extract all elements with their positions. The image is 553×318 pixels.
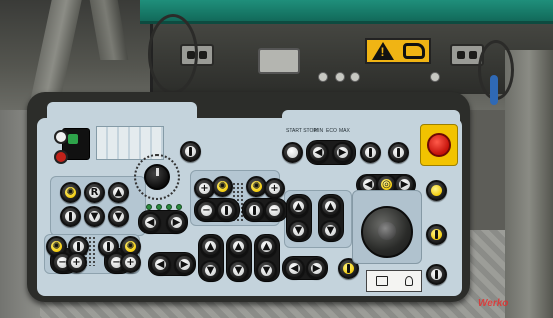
screed-right-down-button[interactable]: ▼ <box>256 260 277 281</box>
extend-right-button[interactable]: ▶ <box>306 258 327 279</box>
beacon-button[interactable] <box>388 142 409 163</box>
start-stop-button[interactable] <box>282 142 303 163</box>
increase-right-button[interactable]: + <box>120 252 141 273</box>
auger-left-button[interactable]: ✺ <box>60 182 81 203</box>
machine-teal-body <box>140 0 553 24</box>
blue-cable <box>490 75 498 105</box>
eco-label: ECO <box>326 128 337 134</box>
hopper-left-up-button[interactable]: ▲ <box>288 196 309 217</box>
bolt <box>318 72 328 82</box>
joystick-cap <box>378 222 396 240</box>
increase-left-button[interactable]: + <box>66 252 87 273</box>
screed-center-up-button[interactable]: ▲ <box>228 236 249 257</box>
mid-left-arrow-button[interactable]: ◀ <box>140 212 161 233</box>
reset-button[interactable]: R <box>84 182 105 203</box>
bolt <box>350 72 360 82</box>
panel-notch <box>197 98 283 120</box>
connector-plug <box>258 48 300 74</box>
speed-control-knob[interactable] <box>144 164 170 190</box>
center-toggle-left[interactable] <box>216 200 237 221</box>
start-stop-label: START STOP <box>286 128 317 134</box>
screed-left-up-button[interactable]: ▲ <box>200 236 221 257</box>
right-function-button-1[interactable] <box>426 180 447 201</box>
crush-hazard-warning-label <box>365 38 431 64</box>
center-minus-left-button[interactable]: − <box>196 200 217 221</box>
left-down-button-1[interactable]: ▼ <box>84 206 105 227</box>
left-up-button[interactable]: ▲ <box>108 182 129 203</box>
bolt <box>430 72 440 82</box>
bottom-left-arrow-button[interactable]: ◀ <box>150 254 171 275</box>
emergency-stop-button[interactable] <box>427 133 451 157</box>
center-minus-right-button[interactable]: − <box>264 200 285 221</box>
horn-button[interactable] <box>54 130 68 144</box>
engine-speed-down-button[interactable]: ◀ <box>308 142 329 163</box>
cable-loop <box>148 14 198 94</box>
top-toggle-button[interactable] <box>180 141 201 162</box>
screed-center-down-button[interactable]: ▼ <box>228 260 249 281</box>
extend-left-button[interactable]: ◀ <box>284 258 305 279</box>
stop-button[interactable] <box>54 150 68 164</box>
manual-book-icon <box>375 276 388 286</box>
left-toggle-button[interactable] <box>60 206 81 227</box>
ignition-indicator <box>68 134 78 144</box>
warning-triangle-icon <box>371 42 394 60</box>
screed-left-down-button[interactable]: ▼ <box>200 260 221 281</box>
screed-right-up-button[interactable]: ▲ <box>256 236 277 257</box>
bottom-right-arrow-button[interactable]: ▶ <box>174 254 195 275</box>
watermark: Werko <box>478 298 509 309</box>
control-panel-face-top-left <box>47 102 197 126</box>
center-toggle-right[interactable] <box>244 200 265 221</box>
max-label: MAX <box>339 128 350 134</box>
right-function-button-3[interactable] <box>426 264 447 285</box>
left-down-button-2[interactable]: ▼ <box>108 206 129 227</box>
bolt <box>335 72 345 82</box>
right-function-button-2[interactable] <box>426 224 447 245</box>
auger-center-left-button[interactable]: ✺ <box>212 176 233 197</box>
hopper-right-down-button[interactable]: ▼ <box>320 220 341 241</box>
engine-speed-up-button[interactable]: ▶ <box>332 142 353 163</box>
hopper-left-down-button[interactable]: ▼ <box>288 220 309 241</box>
hopper-right-up-button[interactable]: ▲ <box>320 196 341 217</box>
work-light-button[interactable] <box>360 142 381 163</box>
mid-right-arrow-button[interactable]: ▶ <box>166 212 187 233</box>
min-label: MIN <box>314 128 324 134</box>
pressure-icon <box>404 276 413 286</box>
hand-crush-icon <box>402 43 425 59</box>
center-plus-right-button[interactable]: + <box>264 178 285 199</box>
handrail-right <box>505 50 553 318</box>
manual-info-sticker <box>366 270 422 292</box>
